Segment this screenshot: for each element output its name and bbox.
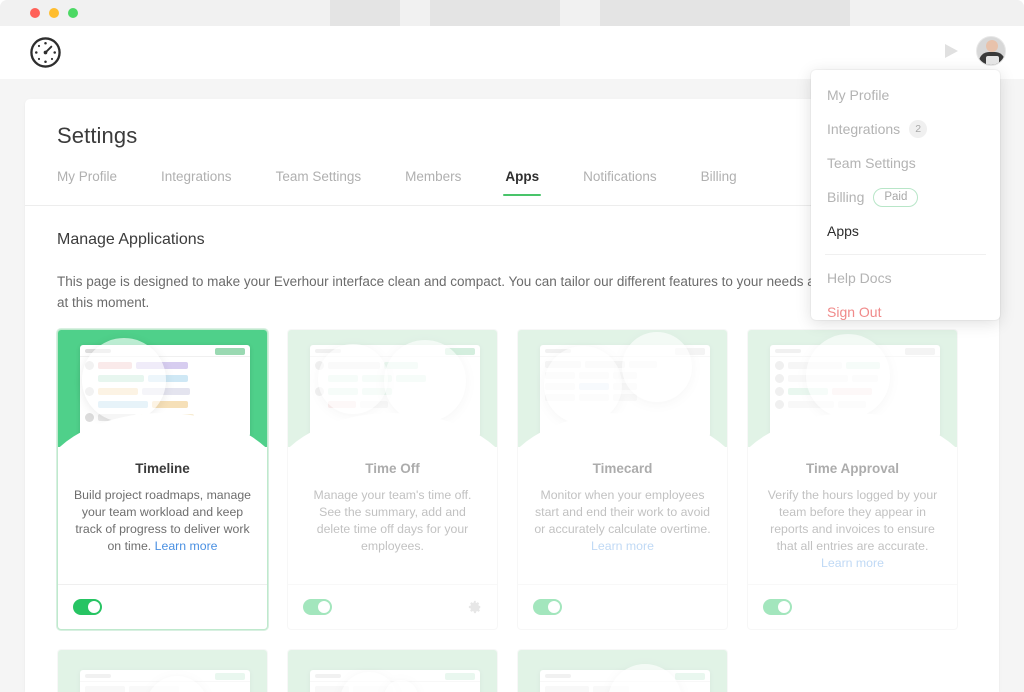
app-window: Settings My Profile Integrations Team Se…: [0, 0, 1024, 692]
header-actions: [942, 36, 1006, 66]
dropdown-item-label: Integrations: [827, 121, 900, 137]
card-artwork: [288, 650, 497, 692]
dropdown-item-label: My Profile: [827, 87, 889, 103]
tab-apps[interactable]: Apps: [505, 169, 539, 196]
app-card-timeline[interactable]: Timeline Build project roadmaps, manage …: [57, 329, 268, 630]
card-artwork: [518, 330, 727, 447]
dropdown-item-apps[interactable]: Apps: [811, 214, 1000, 248]
section-title: Manage Applications: [57, 231, 205, 249]
apps-grid-row-2: [57, 649, 969, 692]
tab-billing[interactable]: Billing: [701, 169, 737, 196]
card-body: Time Off Manage your team's time off. Se…: [288, 447, 497, 584]
app-card-time-off[interactable]: Time Off Manage your team's time off. Se…: [287, 329, 498, 630]
dropdown-item-label: Sign Out: [827, 304, 881, 320]
dropdown-item-billing[interactable]: Billing Paid: [811, 180, 1000, 214]
card-footer: [748, 584, 957, 629]
card-footer: [518, 584, 727, 629]
card-artwork: [518, 650, 727, 692]
card-body: Timecard Monitor when your employees sta…: [518, 447, 727, 584]
dropdown-item-help-docs[interactable]: Help Docs: [811, 261, 1000, 295]
card-artwork: [58, 330, 267, 447]
paid-badge: Paid: [873, 188, 918, 207]
app-card-partial[interactable]: [57, 649, 268, 692]
dropdown-item-sign-out[interactable]: Sign Out: [811, 295, 1000, 329]
tab-my-profile[interactable]: My Profile: [57, 169, 117, 196]
apps-grid: Timeline Build project roadmaps, manage …: [57, 329, 969, 630]
card-artwork: [288, 330, 497, 447]
app-name: Time Approval: [762, 461, 943, 476]
card-body: Timeline Build project roadmaps, manage …: [58, 447, 267, 584]
learn-more-link[interactable]: Learn more: [591, 539, 654, 553]
tab-integrations[interactable]: Integrations: [161, 169, 232, 196]
dropdown-item-my-profile[interactable]: My Profile: [811, 78, 1000, 112]
app-name: Timeline: [72, 461, 253, 476]
app-name: Timecard: [532, 461, 713, 476]
dropdown-item-team-settings[interactable]: Team Settings: [811, 146, 1000, 180]
learn-more-link[interactable]: Learn more: [821, 556, 884, 570]
card-artwork: [748, 330, 957, 447]
minimize-window-button[interactable]: [49, 8, 59, 18]
app-description: Manage your team's time off. See the sum…: [302, 487, 483, 555]
play-triangle-icon[interactable]: [942, 42, 960, 60]
gear-icon[interactable]: [468, 600, 482, 614]
integrations-count-badge: 2: [909, 120, 927, 138]
app-description: Build project roadmaps, manage your team…: [72, 487, 253, 555]
dropdown-item-label: Team Settings: [827, 155, 916, 171]
app-description: Monitor when your employees start and en…: [532, 487, 713, 555]
app-name: Time Off: [302, 461, 483, 476]
user-avatar[interactable]: [976, 36, 1006, 66]
tab-team-settings[interactable]: Team Settings: [276, 169, 362, 196]
close-window-button[interactable]: [30, 8, 40, 18]
app-card-time-approval[interactable]: Time Approval Verify the hours logged by…: [747, 329, 958, 630]
page-title: Settings: [57, 123, 137, 149]
traffic-lights: [30, 8, 78, 18]
dropdown-item-integrations[interactable]: Integrations 2: [811, 112, 1000, 146]
app-toggle-time-approval[interactable]: [763, 599, 792, 615]
profile-dropdown-menu: My Profile Integrations 2 Team Settings B…: [811, 70, 1000, 320]
everhour-clock-icon[interactable]: [29, 36, 62, 69]
dropdown-item-label: Help Docs: [827, 270, 892, 286]
tab-notifications[interactable]: Notifications: [583, 169, 657, 196]
dropdown-item-label: Apps: [827, 223, 859, 239]
app-toggle-time-off[interactable]: [303, 599, 332, 615]
zoom-window-button[interactable]: [68, 8, 78, 18]
app-toggle-timeline[interactable]: [73, 599, 102, 615]
card-footer: [58, 584, 267, 629]
dropdown-divider: [825, 254, 986, 255]
app-toggle-timecard[interactable]: [533, 599, 562, 615]
browser-titlebar: [0, 0, 1024, 26]
app-card-partial[interactable]: [287, 649, 498, 692]
tab-members[interactable]: Members: [405, 169, 461, 196]
app-description: Verify the hours logged by your team bef…: [762, 487, 943, 572]
card-artwork: [58, 650, 267, 692]
app-card-partial[interactable]: [517, 649, 728, 692]
app-card-timecard[interactable]: Timecard Monitor when your employees sta…: [517, 329, 728, 630]
card-body: Time Approval Verify the hours logged by…: [748, 447, 957, 584]
card-footer: [288, 584, 497, 629]
dropdown-item-label: Billing: [827, 189, 864, 205]
learn-more-link[interactable]: Learn more: [155, 539, 218, 553]
